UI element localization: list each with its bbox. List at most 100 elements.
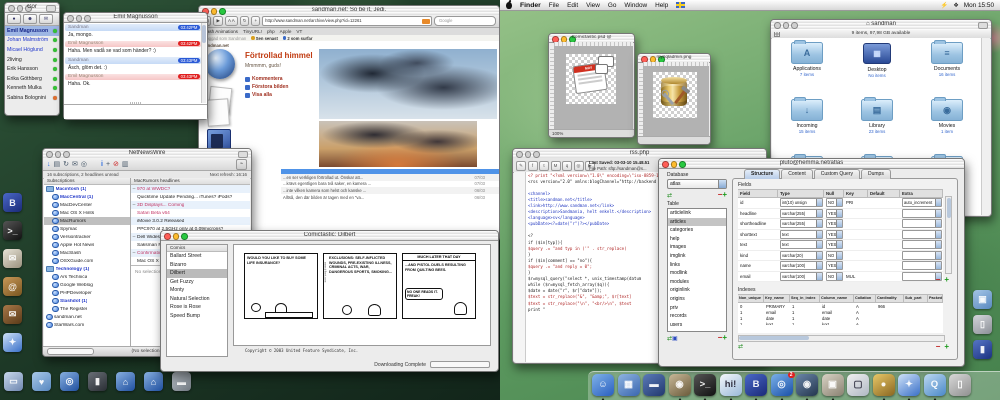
comic-list-item[interactable]: Get Fuzzy: [167, 278, 227, 287]
table-row[interactable]: users: [668, 321, 726, 330]
table-row[interactable]: modlink: [668, 269, 726, 278]
toolbar-button[interactable]: ▤: [54, 160, 61, 169]
subscription-row[interactable]: Ars Technica: [44, 273, 130, 281]
table-row[interactable]: originlink: [668, 286, 726, 295]
buddy-row[interactable]: Sabina Bolognini: [5, 93, 59, 103]
fields-column-header[interactable]: Extra: [900, 189, 943, 198]
refresh-indexes-button[interactable]: ⇄: [738, 343, 743, 350]
fields-column-header[interactable]: Default: [868, 189, 900, 198]
table-row[interactable]: help: [668, 235, 726, 244]
indexes-column-header[interactable]: Packed: [928, 294, 943, 303]
dock-item[interactable]: ☺: [592, 374, 615, 399]
table-row[interactable]: categories: [668, 226, 726, 235]
type-dropdown[interactable]: text: [780, 230, 823, 239]
extra-dropdown[interactable]: [902, 261, 942, 270]
menu-item[interactable]: Help: [655, 2, 668, 9]
battery-icon[interactable]: ⚡: [941, 2, 948, 9]
field-row[interactable]: shortheadline varchar(255) YES: [738, 219, 943, 230]
indexes-hscrollbar[interactable]: [738, 335, 945, 342]
add-button[interactable]: +: [722, 335, 727, 341]
desktop-volume-icon[interactable]: ▮: [88, 372, 107, 391]
indexes-column-header[interactable]: Key_name: [764, 294, 790, 303]
subscription-row[interactable]: ▾ Technology (1): [44, 265, 130, 273]
subscription-row[interactable]: MacCentral (1): [44, 193, 130, 201]
comic-list-item[interactable]: Monty: [167, 286, 227, 295]
dock-item[interactable]: hi!: [720, 374, 743, 399]
headline-row[interactable]: – 970 at WWDC?: [131, 185, 250, 193]
address-field[interactable]: http://www.sandman.net/archive/view.php?…: [262, 16, 432, 26]
dock-item[interactable]: ◎ 2: [771, 374, 794, 399]
type-dropdown[interactable]: varchar(255): [780, 219, 823, 228]
db-titlebar[interactable]: pluto@hemma.net/atlas: [659, 159, 964, 169]
folder-item[interactable]: ≡ Documents 16 items: [912, 42, 982, 99]
article-link[interactable]: Visa alla: [245, 91, 288, 99]
subscription-row[interactable]: Mac OS X Hints: [44, 209, 130, 217]
dock-item[interactable]: B: [745, 374, 768, 399]
bookmark-item[interactable]: TinyURL!: [243, 29, 262, 34]
buddy-row[interactable]: Johan Malmström: [5, 36, 59, 46]
desktop-volume-icon[interactable]: ◎: [60, 372, 79, 391]
close-button[interactable]: [774, 22, 781, 29]
add-index-button[interactable]: +: [944, 344, 949, 350]
zoom-level[interactable]: 100%: [549, 129, 634, 137]
dock-item[interactable]: ●: [873, 374, 896, 399]
null-dropdown[interactable]: NO: [826, 198, 843, 207]
refresh-tables-button[interactable]: ⇄: [667, 192, 672, 199]
apple-menu-icon[interactable]: [506, 2, 512, 9]
indexes-column-header[interactable]: Column_name: [820, 294, 854, 303]
article-link[interactable]: Förstora bilden: [245, 83, 288, 91]
null-dropdown[interactable]: NO: [826, 251, 843, 260]
subscription-row[interactable]: StarWars.com: [44, 321, 130, 329]
subscription-row[interactable]: ▾ Macintosh (1): [44, 185, 130, 193]
bookmark-item[interactable]: VT: [296, 29, 302, 34]
table-row[interactable]: images: [668, 243, 726, 252]
editor-toolbar-button[interactable]: f: [528, 161, 538, 171]
desktop-app-icon[interactable]: @: [3, 277, 22, 296]
subscription-row[interactable]: The Register: [44, 305, 130, 313]
article-link[interactable]: Kommentera: [245, 75, 288, 83]
add-field-button[interactable]: +: [944, 277, 949, 283]
dock-item[interactable]: ▯: [949, 374, 972, 399]
field-row[interactable]: id int(10) unsign NO PRI auto_increment: [738, 198, 943, 209]
fields-column-header[interactable]: Key: [844, 189, 868, 198]
comment-row[interactable]: ...krävs egentligen bara två saker, en k…: [281, 181, 499, 188]
desktop-app-icon[interactable]: >_: [3, 221, 22, 240]
editor-toolbar-button[interactable]: M: [551, 161, 561, 171]
desktop-icon[interactable]: ▮: [973, 340, 992, 359]
buddy-toolbar-button[interactable]: ✉: [39, 14, 53, 24]
fields-column-header[interactable]: Null: [824, 189, 844, 198]
close-button[interactable]: [516, 151, 523, 158]
field-row[interactable]: kind varchar(20) NO: [738, 251, 943, 262]
headline-row[interactable]: Quicktime Update Pending... iTunes? iPod…: [131, 193, 250, 201]
menu-item[interactable]: View: [586, 2, 600, 9]
close-button[interactable]: [662, 161, 669, 168]
null-dropdown[interactable]: YES: [826, 240, 843, 249]
buddy-row[interactable]: Erika Göthberg: [5, 74, 59, 84]
toolbar-button[interactable]: ↓: [47, 160, 51, 169]
buddy-row[interactable]: Emil Magnusson: [5, 26, 59, 36]
add-bookmark-button[interactable]: +: [251, 16, 260, 26]
type-dropdown[interactable]: varchar(100): [780, 261, 823, 270]
close-button[interactable]: [8, 5, 15, 12]
subscription-row[interactable]: MacSlash: [44, 249, 130, 257]
fields-column-header[interactable]: Field: [738, 189, 778, 198]
table-row[interactable]: articles: [668, 218, 726, 227]
subscription-row[interactable]: Google Weblog: [44, 281, 130, 289]
comic-list-item[interactable]: Natural Selection: [167, 295, 227, 304]
subscription-row[interactable]: Versiontracker: [44, 233, 130, 241]
subscription-row[interactable]: PHPDeveloper: [44, 289, 130, 297]
close-button[interactable]: [46, 151, 53, 158]
buddy-row[interactable]: Micael Höglund: [5, 45, 59, 55]
reload-button[interactable]: ↻: [240, 16, 250, 26]
type-dropdown[interactable]: text: [780, 240, 823, 249]
subscription-row[interactable]: Slashdot (1): [44, 297, 130, 305]
bookmark-item[interactable]: Flash Animations: [203, 29, 238, 34]
type-dropdown[interactable]: varchar(255): [780, 209, 823, 218]
add-table-button[interactable]: +: [722, 192, 727, 198]
remove-index-button[interactable]: −: [936, 344, 941, 350]
comic-list-item[interactable]: Speed Bump: [167, 312, 227, 321]
db-tab[interactable]: Custom Query: [814, 169, 860, 179]
subscription-row[interactable]: Apple Hot News: [44, 241, 130, 249]
field-row[interactable]: shorttext text YES: [738, 230, 943, 241]
extra-dropdown[interactable]: [902, 251, 942, 260]
